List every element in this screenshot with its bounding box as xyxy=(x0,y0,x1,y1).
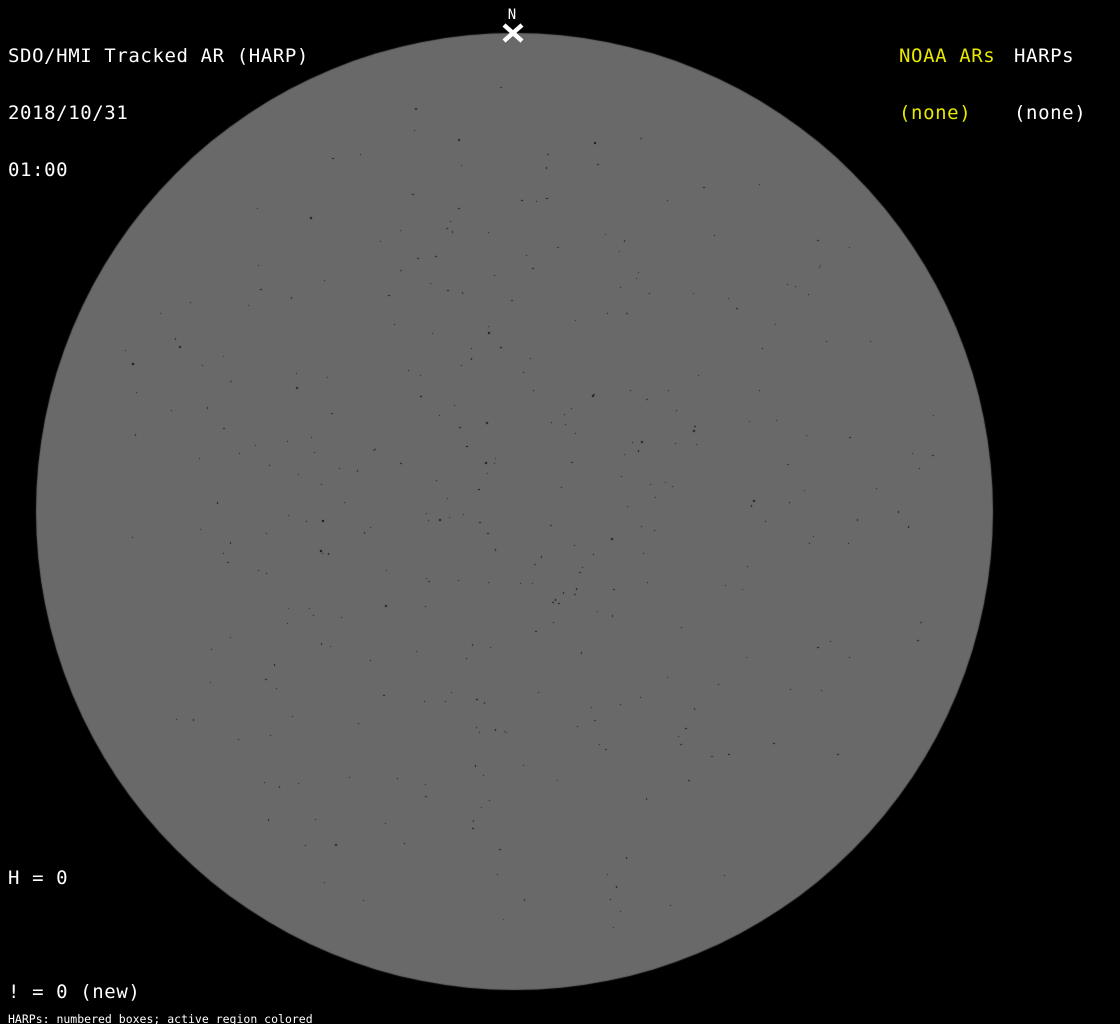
harps-counter: HARPs (none) xyxy=(1014,9,1086,161)
noaa-ars-value: (none) xyxy=(899,102,972,124)
date-label: 2018/10/31 xyxy=(8,102,129,124)
harp-viewer-screen: SDO/HMI Tracked AR (HARP) 2018/10/31 01:… xyxy=(0,0,1120,1024)
harps-label: HARPs xyxy=(1014,45,1075,67)
legend-spacer xyxy=(8,926,237,945)
harp-total-line: H = 0 xyxy=(8,867,69,889)
page-title: SDO/HMI Tracked AR (HARP) xyxy=(8,45,309,67)
north-pole-label: N xyxy=(507,7,517,23)
noaa-ars-counter: NOAA ARs (none) xyxy=(899,9,995,161)
north-pole-cross-icon xyxy=(502,23,524,43)
title-block: SDO/HMI Tracked AR (HARP) 2018/10/31 01:… xyxy=(8,9,309,218)
time-label: 01:00 xyxy=(8,159,69,181)
harps-value: (none) xyxy=(1014,102,1087,124)
footer-harps-note: HARPs: numbered boxes; active region col… xyxy=(8,1012,313,1024)
noaa-ars-label: NOAA ARs xyxy=(899,45,996,67)
footer-notes: HARPs: numbered boxes; active region col… xyxy=(8,989,410,1024)
